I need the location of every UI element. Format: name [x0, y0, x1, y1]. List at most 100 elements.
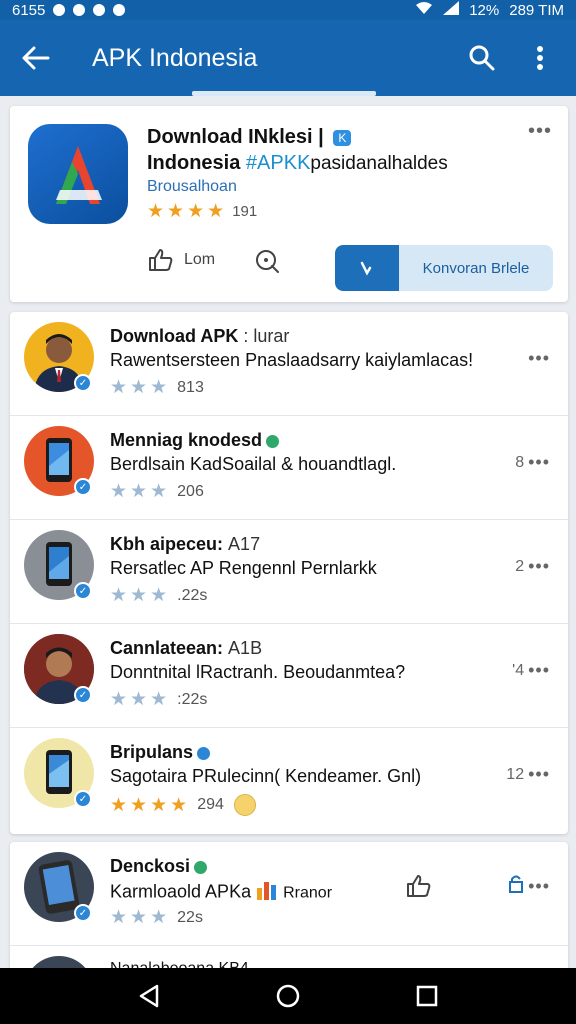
back-button[interactable]	[0, 20, 72, 96]
emoji-icon	[233, 794, 256, 816]
item-title: Download APK : lurar	[110, 326, 289, 347]
app-developer[interactable]: Brousalhoan	[147, 178, 237, 196]
star-rating: ★ ★ ★	[110, 482, 167, 501]
system-nav-bar	[0, 968, 576, 1024]
item-subtitle: Karmloaold APKa Rranor	[110, 880, 332, 905]
list-item[interactable]: ✓ Cannlateean: A1B Donntnital lRactranh.…	[10, 624, 568, 728]
star-icon: ★	[130, 689, 148, 710]
list-item[interactable]: ✓ Denckosi Karmloaold APKa Rranor ★ ★ ★ 22…	[10, 842, 568, 946]
star-rating: ★ ★ ★ ★	[147, 202, 224, 221]
more-options-icon[interactable]: •••	[528, 556, 550, 577]
item-meta-count: '4	[512, 661, 525, 679]
list-item[interactable]: ✓ Menniag knodesd Berdlsain KadSoailal &…	[10, 416, 568, 520]
star-icon: ★	[150, 481, 168, 502]
star-icon: ★	[110, 907, 128, 928]
app-title-tail: pasidanalhaldes	[310, 153, 448, 174]
star-icon: ★	[110, 689, 128, 710]
more-options-icon[interactable]: •••	[528, 764, 550, 785]
item-rating: ★ ★ ★ ★ 294	[110, 794, 256, 816]
item-title: Denckosi	[110, 856, 208, 877]
star-icon: ★	[150, 907, 168, 928]
item-subtitle: Rawentsersteen Pnaslaadsarry kaiylamlaca…	[110, 350, 474, 370]
arrow-left-icon	[22, 46, 50, 70]
item-subtitle-tail: Rranor	[283, 884, 333, 902]
app-hashtag[interactable]: #APKK	[246, 152, 310, 174]
item-title: Kbh aipeceu: A17	[110, 534, 260, 555]
app-title-line1: Download INklesi |	[147, 126, 324, 148]
item-title-text: Menniag knodesd	[110, 430, 263, 450]
item-title-aux: A1B	[228, 638, 263, 658]
verified-icon: ✓	[74, 904, 92, 922]
more-options-icon[interactable]: •••	[528, 876, 550, 897]
star-icon: ★	[130, 377, 148, 398]
featured-app-card[interactable]: Download INklesi | K Indonesia #APKKpasi…	[10, 106, 568, 302]
nav-recents-button[interactable]	[407, 976, 447, 1016]
search-button[interactable]	[462, 38, 502, 78]
page-title: APK Indonesia	[92, 43, 258, 72]
item-meta[interactable]: •••	[508, 874, 550, 899]
app-badge: K	[333, 129, 352, 146]
thumbs-up-icon	[149, 249, 173, 271]
star-icon: ★	[110, 794, 128, 816]
like-label: Lom	[184, 251, 216, 268]
star-icon: ★	[187, 201, 205, 222]
lock-icon[interactable]	[508, 874, 524, 899]
item-title: Menniag knodesd	[110, 430, 280, 451]
verified-blue-icon	[197, 746, 211, 760]
refresh-icon	[113, 4, 126, 16]
nav-back-button[interactable]	[129, 976, 169, 1016]
star-icon: ★	[167, 201, 185, 222]
item-count: 206	[177, 482, 204, 500]
item-title-text: Cannlateean:	[110, 638, 224, 658]
app-rating: ★ ★ ★ ★ 191	[147, 202, 257, 221]
item-meta[interactable]: 12 •••	[506, 764, 550, 785]
more-options-icon[interactable]: •••	[528, 660, 550, 681]
star-icon: ★	[110, 481, 128, 502]
item-meta[interactable]: 8 •••	[515, 452, 550, 473]
tab-indicator	[192, 91, 376, 96]
item-rating: ★ ★ ★ 206	[110, 482, 204, 501]
item-title: Bripulans	[110, 742, 211, 763]
chat-bubble-icon	[256, 250, 279, 273]
comment-button[interactable]	[254, 248, 280, 279]
nav-home-button[interactable]	[268, 976, 308, 1016]
star-icon: ★	[130, 585, 148, 606]
like-button[interactable]: Lom	[148, 248, 215, 272]
list-item[interactable]: ✓ Download APK : lurar Rawentsersteen Pn…	[10, 312, 568, 416]
download-button[interactable]: Konvoran Brlele	[335, 245, 553, 291]
star-icon: ★	[147, 201, 165, 222]
app-title-main: Indonesia	[147, 152, 241, 174]
more-options-icon[interactable]: •••	[528, 120, 552, 143]
more-options-icon[interactable]: •••	[528, 348, 550, 369]
app-list: ✓ Download APK : lurar Rawentsersteen Pn…	[10, 312, 568, 834]
verified-icon: ✓	[74, 478, 92, 496]
thumbs-up-icon[interactable]	[406, 874, 432, 903]
star-icon: ★	[170, 794, 188, 816]
list-item[interactable]: ✓ Bripulans Sagotaira PRulecinn( Kendeam…	[10, 728, 568, 832]
item-rating: ★ ★ ★ 813	[110, 378, 204, 397]
verified-icon: ✓	[74, 790, 92, 808]
app-title: Download INklesi | K	[147, 126, 352, 149]
triangle-back-icon	[140, 984, 159, 1008]
list-item[interactable]: ✓ Kbh aipeceu: A17 Rersatlec AP Rengennl…	[10, 520, 568, 624]
signal-icon	[443, 1, 460, 19]
item-more[interactable]: •••	[528, 348, 550, 369]
item-title-aux: A17	[228, 534, 261, 554]
appbar-actions	[462, 38, 576, 78]
app-list-secondary: ✓ Denckosi Karmloaold APKa Rranor ★ ★ ★ 22…	[10, 842, 568, 1024]
more-vert-icon	[537, 46, 543, 70]
status-time-left: 6155	[12, 1, 46, 19]
music-icon	[73, 4, 86, 16]
item-title-aux: : lurar	[243, 326, 290, 346]
star-icon: ★	[150, 689, 168, 710]
star-rating: ★ ★ ★	[110, 586, 167, 605]
item-meta[interactable]: '4 •••	[512, 660, 550, 681]
item-subtitle: Sagotaira PRulecinn( Kendeamer. Gnl)	[110, 766, 422, 786]
square-recents-icon	[416, 985, 437, 1007]
item-meta-count: 8	[515, 453, 525, 471]
item-meta-count: 2	[515, 557, 525, 575]
overflow-menu-button[interactable]	[520, 38, 560, 78]
item-meta[interactable]: 2 •••	[515, 556, 550, 577]
star-icon: ★	[150, 794, 168, 816]
more-options-icon[interactable]: •••	[528, 452, 550, 473]
